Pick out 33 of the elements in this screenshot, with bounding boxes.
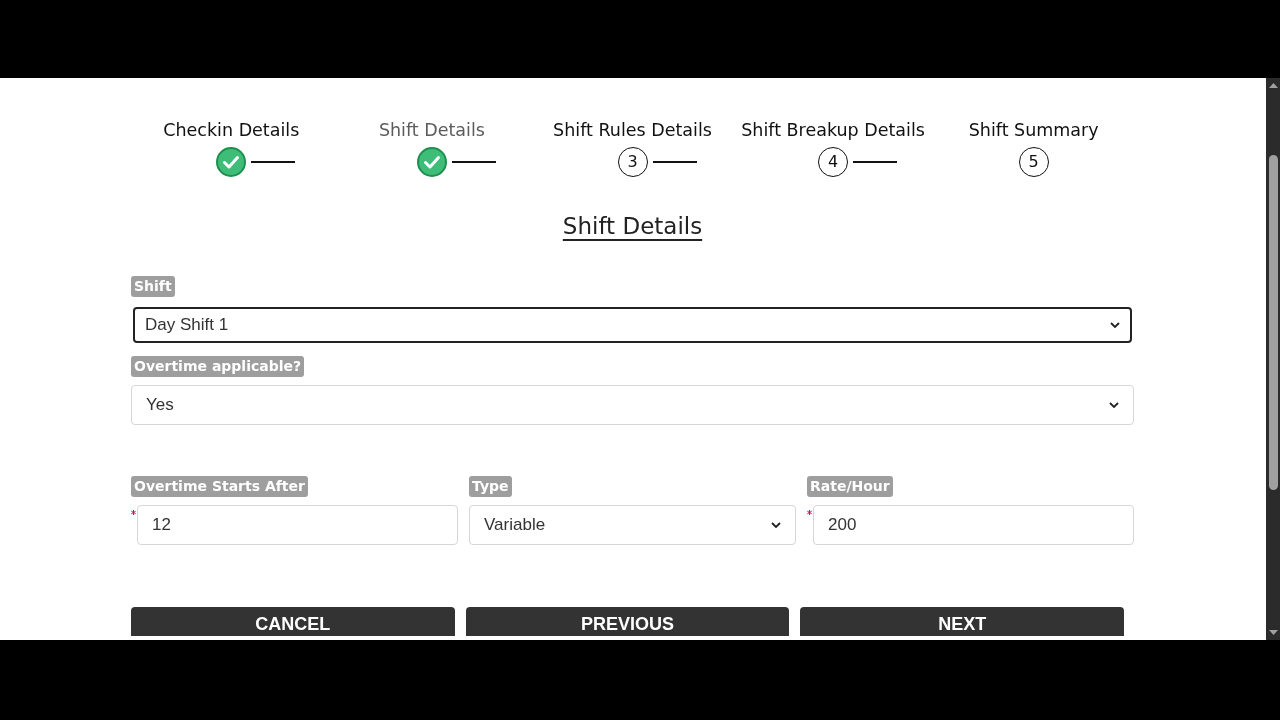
section-heading: Shift Details — [562, 212, 703, 241]
scrollbar[interactable] — [1266, 78, 1280, 640]
field-label: Overtime applicable? — [131, 356, 305, 377]
field-label: Type — [469, 476, 512, 497]
chevron-down-icon — [1110, 322, 1120, 328]
input-field[interactable]: 12 — [137, 505, 458, 545]
input-field[interactable]: 200 — [813, 505, 1134, 545]
select-field[interactable]: Yes — [131, 385, 1134, 425]
step-connector — [853, 161, 898, 163]
field-label: Rate/Hour — [807, 476, 893, 497]
select-field[interactable]: Variable — [469, 505, 796, 545]
step-connector — [652, 161, 697, 163]
select-field[interactable]: Day Shift 1 — [133, 307, 1132, 343]
step-label: Shift Rules Details — [553, 119, 712, 141]
form-button[interactable]: CANCEL — [131, 607, 455, 636]
step-label: Shift Breakup Details — [741, 119, 925, 141]
scrollbar-thumb[interactable] — [1268, 155, 1278, 490]
step-number: 3 — [617, 147, 648, 177]
field-label: Shift — [131, 276, 175, 297]
step-connector — [451, 161, 496, 163]
step-number: 4 — [818, 147, 849, 177]
scroll-up-arrow-icon[interactable] — [1268, 83, 1278, 88]
form-button[interactable]: NEXT — [800, 607, 1124, 636]
step-label: Shift Details — [378, 119, 485, 141]
step-label: Checkin Details — [163, 119, 300, 141]
step-connector — [251, 161, 296, 163]
scroll-down-arrow-icon[interactable] — [1268, 630, 1278, 635]
step-number: 5 — [1018, 147, 1049, 177]
field-label: Overtime Starts After — [131, 476, 308, 497]
chevron-down-icon — [771, 522, 781, 528]
chevron-down-icon — [1109, 402, 1119, 408]
form-button[interactable]: PREVIOUS — [465, 607, 790, 636]
step-label: Shift Summary — [968, 119, 1099, 141]
